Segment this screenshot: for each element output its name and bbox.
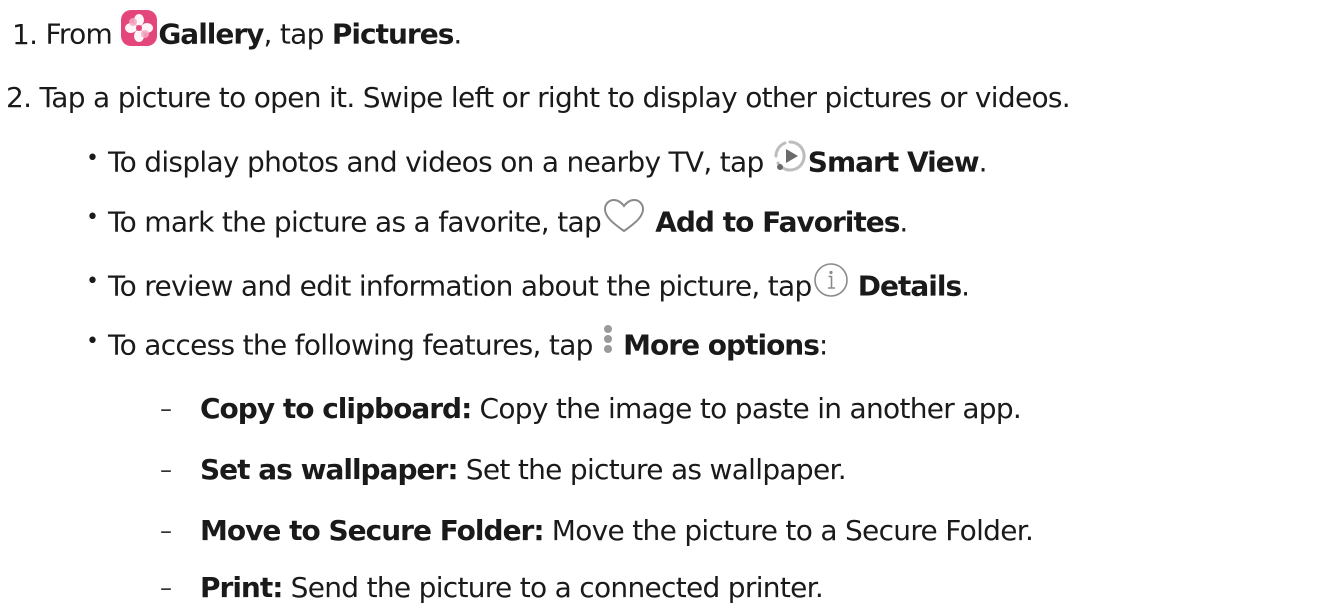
heart-icon	[601, 197, 647, 244]
smart-view-icon	[772, 138, 808, 183]
details-label: Details	[857, 269, 962, 303]
step-punct: .	[453, 17, 462, 51]
bullet-text: To mark the picture as a favorite, tap	[108, 205, 602, 239]
term-sep: :	[533, 514, 544, 547]
gallery-app-icon	[120, 9, 158, 56]
term-sep: :	[272, 571, 283, 604]
pictures-label: Pictures	[331, 17, 454, 51]
bullet-text: To review and edit information about the…	[108, 269, 812, 303]
sub-item: Move to Secure Folder: Move the picture …	[200, 513, 1034, 549]
sub-item-desc: Move the picture to a Secure Folder.	[551, 514, 1034, 547]
bullet-item: To review and edit information about the…	[108, 261, 970, 311]
bullet-punct: .	[899, 205, 908, 239]
sub-item: Set as wallpaper: Set the picture as wal…	[200, 452, 847, 488]
more-options-label: More options	[623, 328, 820, 362]
step-number: 1.	[12, 17, 38, 51]
dash-marker: –	[160, 456, 172, 484]
sub-item-desc: Set the picture as wallpaper.	[465, 453, 847, 486]
copy-to-clipboard-term: Copy to clipboard	[200, 392, 462, 425]
bullet-item: To display photos and videos on a nearby…	[108, 138, 988, 186]
bullet-text: To display photos and videos on a nearby…	[108, 145, 764, 179]
bullet-text: To access the following features, tap	[108, 328, 593, 362]
bullet-punct: .	[961, 269, 970, 303]
info-icon	[812, 261, 850, 308]
move-to-secure-folder-term: Move to Secure Folder	[200, 514, 534, 547]
step-2: 2. Tap a picture to open it. Swipe left …	[6, 80, 1071, 116]
term-sep: :	[447, 453, 458, 486]
app-name-gallery: Gallery	[158, 17, 264, 51]
step-text: Tap a picture to open it. Swipe left or …	[39, 81, 1071, 114]
step-text: From	[45, 17, 113, 51]
bullet-punct: .	[978, 145, 988, 179]
add-to-favorites-label: Add to Favorites	[655, 205, 900, 239]
step-1: 1. From Gallery, tap Pictures.	[12, 9, 462, 59]
bullet-item: To mark the picture as a favorite, tap A…	[108, 197, 908, 247]
bullet-item: To access the following features, tap Mo…	[108, 324, 828, 369]
dash-marker: –	[160, 574, 172, 602]
bullet-marker: •	[86, 269, 99, 294]
set-as-wallpaper-term: Set as wallpaper	[200, 453, 448, 486]
more-options-icon	[601, 321, 615, 366]
bullet-punct: :	[818, 328, 828, 362]
sub-item: Copy to clipboard: Copy the image to pas…	[200, 391, 1022, 427]
sub-item: Print: Send the picture to a connected p…	[200, 570, 824, 606]
bullet-marker: •	[86, 205, 99, 230]
sub-item-desc: Copy the image to paste in another app.	[479, 392, 1022, 425]
dash-marker: –	[160, 395, 172, 423]
dash-marker: –	[160, 517, 172, 545]
sub-item-desc: Send the picture to a connected printer.	[290, 571, 824, 604]
bullet-marker: •	[86, 146, 99, 171]
smart-view-label: Smart View	[807, 145, 980, 179]
print-term: Print	[200, 571, 273, 604]
step-text: , tap	[263, 17, 324, 51]
bullet-marker: •	[86, 329, 99, 354]
step-number: 2.	[6, 81, 32, 114]
term-sep: :	[461, 392, 472, 425]
